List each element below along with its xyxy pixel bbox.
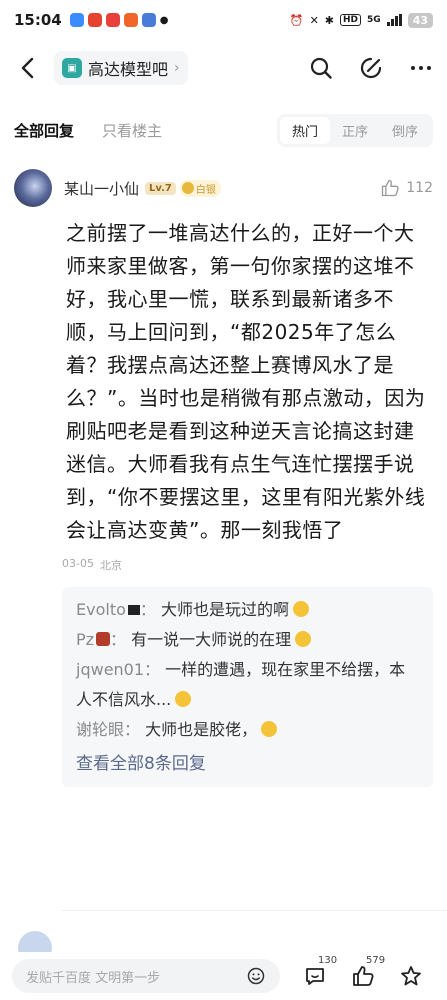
tier-label: 白银 <box>195 184 216 196</box>
nav-bar: ▣ 高达模型吧 › <box>0 44 447 92</box>
status-app-icons: ● <box>69 13 169 27</box>
comment-button[interactable]: 130 <box>302 955 337 989</box>
thumbs-up-icon <box>353 966 374 986</box>
status-bar: 15:04 ● ⏰ ✕ ✱ HD 5G 43 <box>0 0 447 40</box>
list-item[interactable]: jqwen01： 一样的遭遇，现在家里不给摆，本人不信风水... <box>76 655 421 715</box>
thumbs-up-icon <box>382 179 399 197</box>
post-location: 北京 <box>99 559 122 572</box>
reply-text: 大师也是玩过的啊 <box>160 600 289 619</box>
view-all-replies-link[interactable]: 查看全部8条回复 <box>76 749 421 779</box>
battery-icon: 43 <box>407 12 433 28</box>
sub-replies[interactable]: Evolto： 大师也是玩过的啊 Pz： 有一说一大师说的在理 jqwen01：… <box>62 587 433 787</box>
more-dots-icon <box>411 66 431 70</box>
reply-input-placeholder: 发贴千百度 文明第一步 <box>26 970 161 986</box>
comment-icon <box>306 968 324 985</box>
post-meta: 03-05 北京 <box>0 547 447 573</box>
alarm-icon: ⏰ <box>289 13 304 27</box>
forum-name: 高达模型吧 <box>88 60 169 79</box>
post-content: 之前摆了一堆高达什么的，正好一个大师来家里做客，第一句你家摆的这堆不好，我心里一… <box>66 221 426 542</box>
more-notifications-icon: ● <box>159 14 169 26</box>
gallery-notification-icon <box>141 13 156 27</box>
app-notification-icon <box>69 13 84 27</box>
sort-toggle: 热门 正序 倒序 <box>276 113 433 147</box>
divider <box>62 910 447 911</box>
like-button[interactable]: 112 <box>380 178 433 198</box>
reply-user[interactable]: jqwen01 <box>76 660 144 679</box>
mute-icon: ✕ <box>309 13 319 27</box>
list-item[interactable]: 谢轮眼： 大师也是胶佬， <box>76 715 421 745</box>
like-bar-count: 579 <box>366 955 386 966</box>
hd-badge: HD <box>340 14 362 26</box>
reply-user[interactable]: Evolto <box>76 600 126 619</box>
avatar[interactable] <box>14 169 52 207</box>
smile-emoji-icon <box>175 691 192 707</box>
more-button[interactable] <box>407 54 435 82</box>
level-badge: Lv.7 <box>145 181 176 195</box>
chevron-left-icon <box>21 57 34 79</box>
silver-gem-icon <box>181 182 194 194</box>
graduation-cap-icon <box>127 605 140 615</box>
news-notification-icon <box>105 13 120 27</box>
nav-actions <box>307 54 435 82</box>
reply-post: 某山一小仙 Lv.7 白银 112 之前摆了一堆高达什么的，正好一个大师来家里做… <box>0 165 447 787</box>
signal-icon <box>386 14 402 26</box>
status-time: 15:04 <box>14 11 62 29</box>
edit-icon <box>360 57 382 79</box>
back-button[interactable] <box>12 53 42 83</box>
compose-button[interactable] <box>357 54 385 82</box>
reply-text: 大师也是胶佬， <box>145 720 258 739</box>
list-item[interactable]: Evolto： 大师也是玩过的啊 <box>76 595 421 625</box>
status-right: ⏰ ✕ ✱ HD 5G 43 <box>289 12 433 28</box>
tab-all-replies[interactable]: 全部回复 <box>14 120 74 141</box>
emoji-icon[interactable] <box>246 966 266 986</box>
post-date: 03-05 <box>62 557 94 570</box>
author-row: 某山一小仙 Lv.7 白银 112 <box>0 165 447 211</box>
video-notification-icon <box>123 13 138 27</box>
demon-mask-icon <box>96 632 111 646</box>
tier-badge: 白银 <box>179 179 221 197</box>
laugh-emoji-icon <box>295 631 312 647</box>
like-bar-button[interactable]: 579 <box>350 955 385 989</box>
sort-descending[interactable]: 倒序 <box>380 117 430 144</box>
reply-user[interactable]: 谢轮眼 <box>76 720 124 739</box>
comment-count: 130 <box>318 955 338 966</box>
forum-logo-icon: ▣ <box>62 58 82 78</box>
bluetooth-icon: ✱ <box>324 13 335 27</box>
chevron-right-icon: › <box>174 60 180 76</box>
tongue-emoji-icon <box>261 721 278 737</box>
search-button[interactable] <box>307 54 335 82</box>
reply-filter-row: 全部回复 只看楼主 热门 正序 倒序 <box>0 110 447 150</box>
sort-hot[interactable]: 热门 <box>279 116 330 144</box>
reply-text: 有一说一大师说的在理 <box>131 630 292 649</box>
forum-chip[interactable]: ▣ 高达模型吧 › <box>54 51 188 85</box>
network-label: 5G <box>367 15 381 25</box>
bottom-action-bar: 发贴千百度 文明第一步 130 579 <box>0 952 447 1000</box>
favorite-button[interactable] <box>398 963 424 989</box>
like-count: 112 <box>406 180 433 196</box>
tab-only-op[interactable]: 只看楼主 <box>102 120 162 141</box>
star-icon <box>401 966 421 986</box>
reply-user[interactable]: Pz <box>76 630 94 649</box>
grin-emoji-icon <box>293 601 309 617</box>
search-icon <box>310 57 332 79</box>
author-name[interactable]: 某山一小仙 <box>64 178 139 199</box>
sort-ascending[interactable]: 正序 <box>330 117 380 144</box>
list-item[interactable]: Pz： 有一说一大师说的在理 <box>76 625 421 655</box>
reply-input[interactable]: 发贴千百度 文明第一步 <box>12 959 280 993</box>
weibo-notification-icon <box>87 13 102 27</box>
